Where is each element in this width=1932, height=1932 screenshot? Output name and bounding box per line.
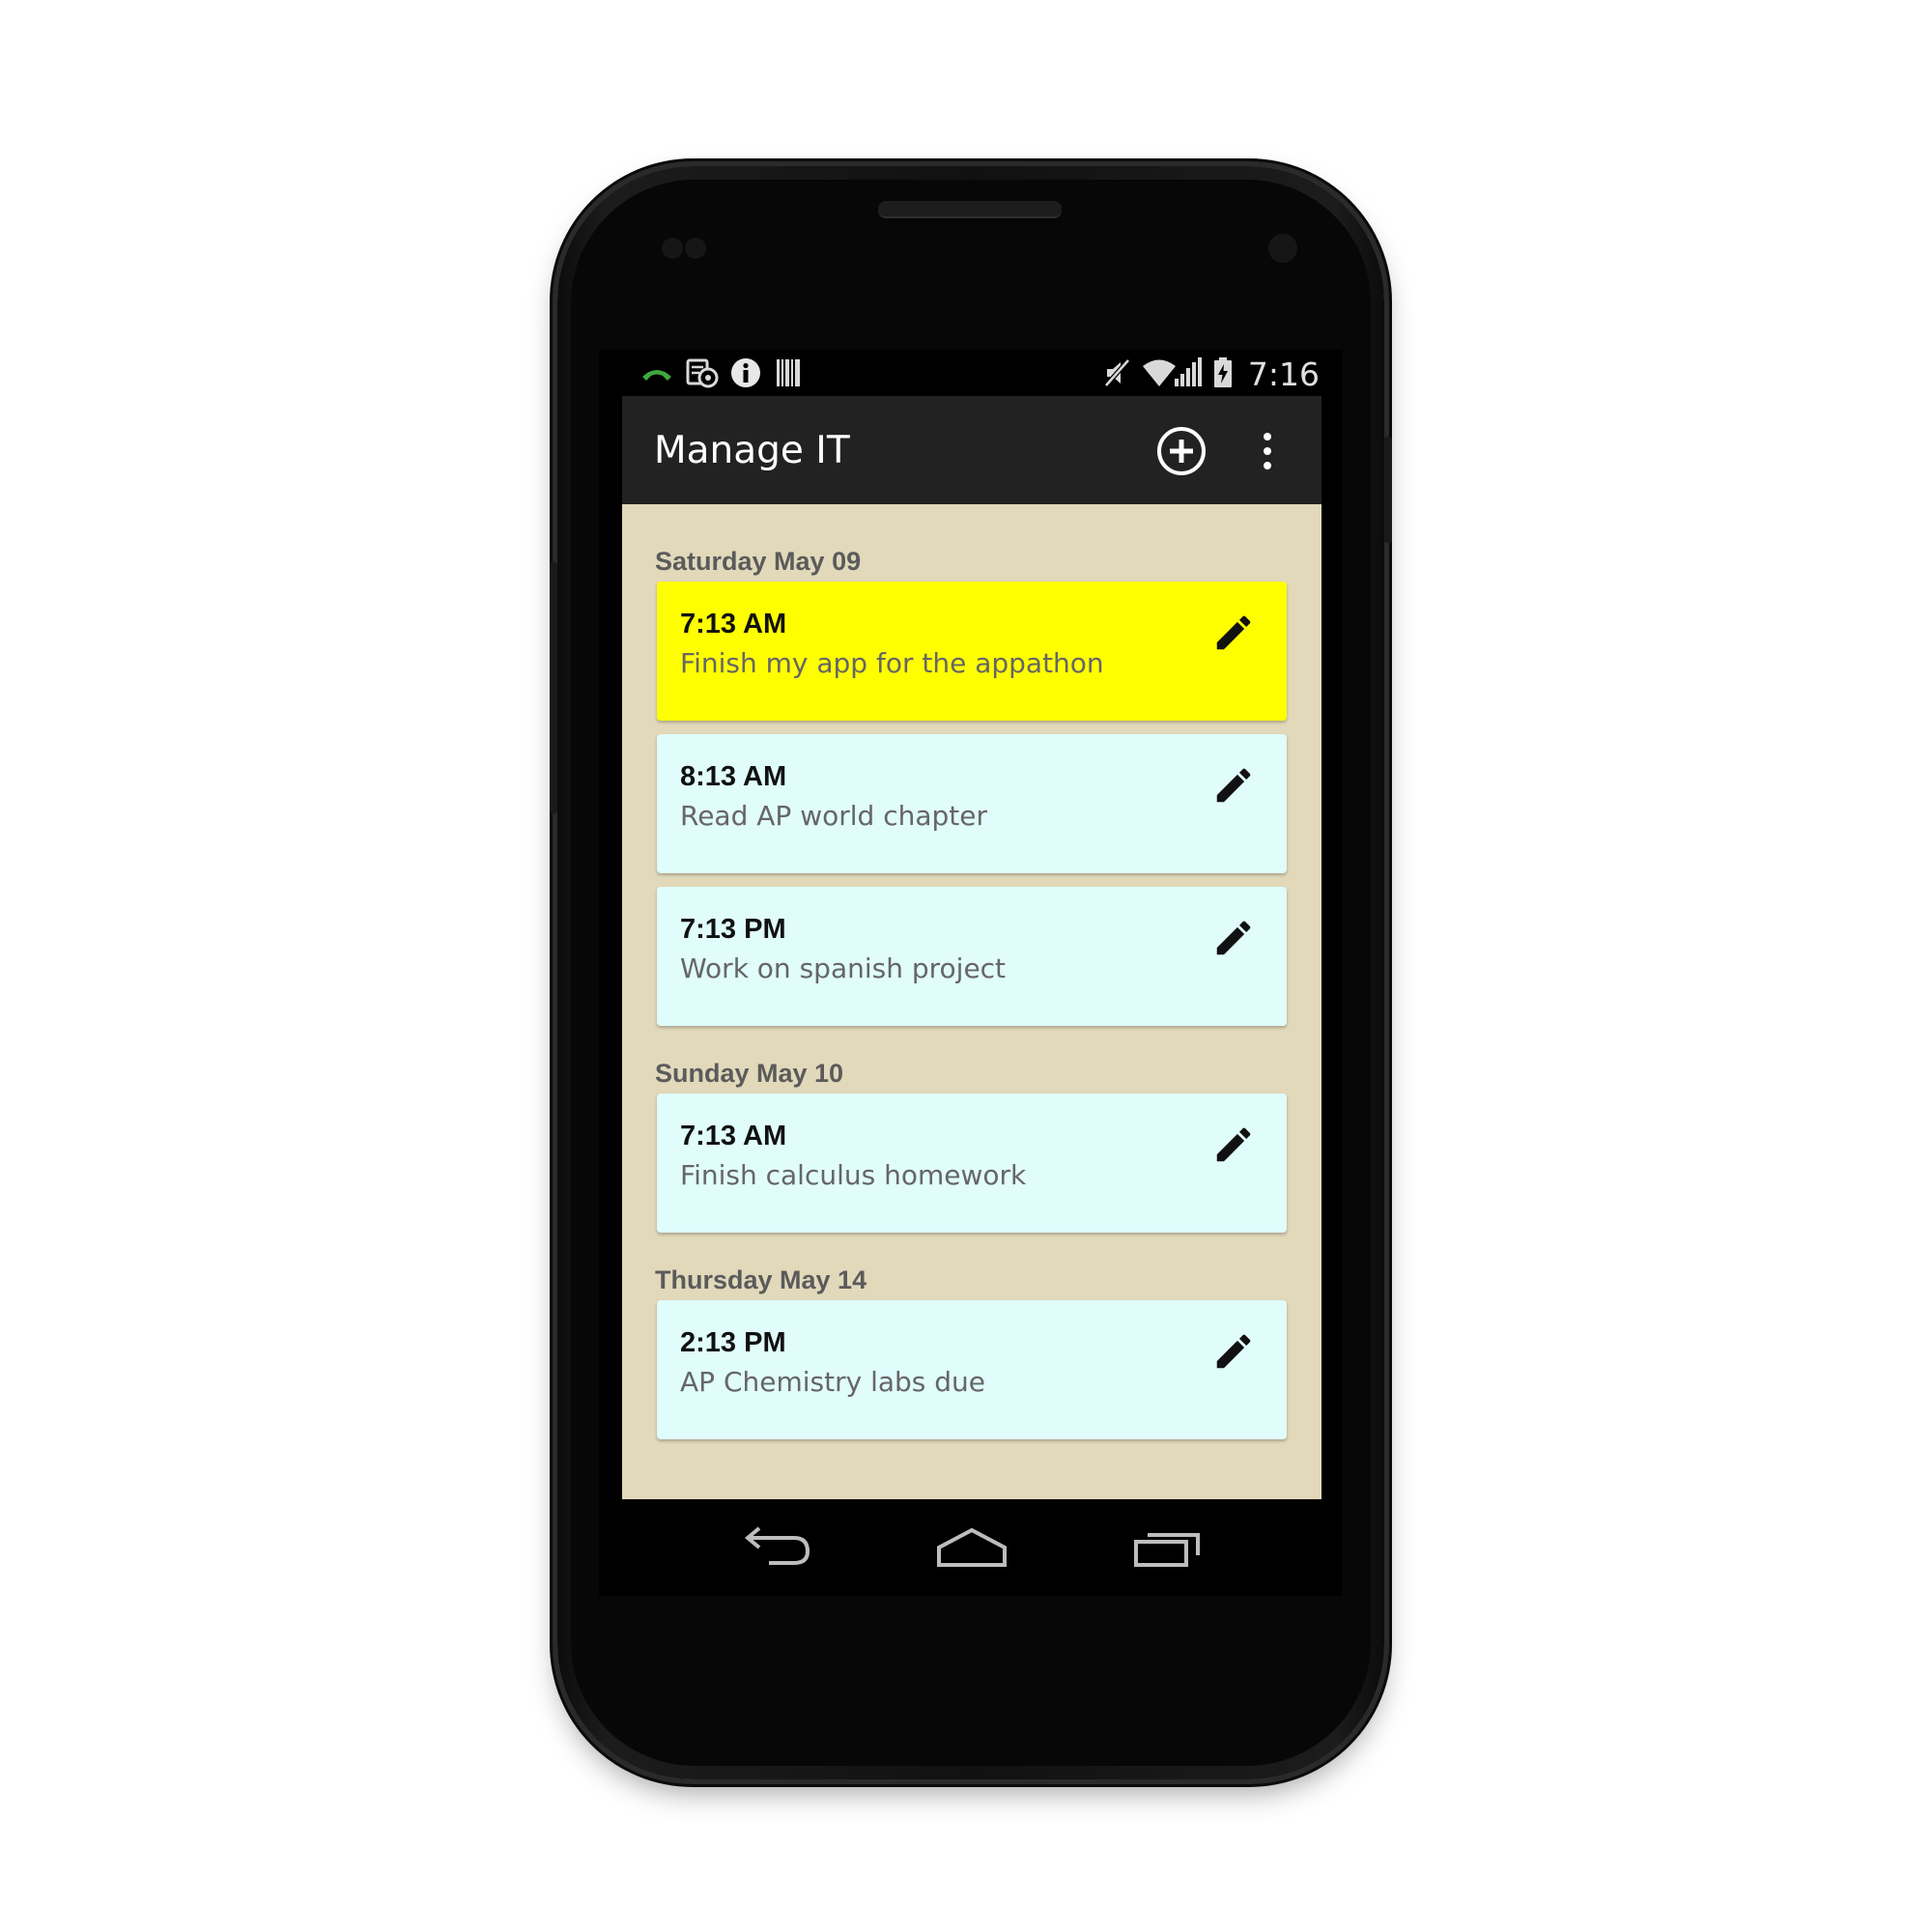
front-camera [1268,234,1297,263]
task-description: AP Chemistry labs due [680,1366,986,1398]
edit-pencil-icon[interactable] [1211,1122,1256,1167]
app-title: Manage IT [654,429,850,472]
signal-icon [1175,357,1202,386]
earpiece-speaker [878,201,1062,218]
app-bar: Manage IT [622,396,1321,504]
power-button [1384,437,1392,543]
task-time: 7:13 AM [680,609,787,639]
call-icon [642,370,671,381]
info-icon [731,358,760,387]
task-description: Read AP world chapter [680,800,987,832]
device-screen: 7:16 Manage IT Saturday May 09 7:13 AM F… [599,350,1343,1596]
date-header: Sunday May 10 [655,1059,844,1088]
task-list: Saturday May 09 7:13 AM Finish my app fo… [622,504,1321,1499]
battery-charging-icon [1214,357,1232,387]
overflow-menu-icon[interactable] [1248,425,1287,477]
mute-icon [1104,358,1130,387]
task-description: Finish calculus homework [680,1159,1027,1191]
status-time: 7:16 [1247,355,1320,393]
task-card[interactable]: 7:13 AM Finish my app for the appathon [657,582,1287,721]
barcode-icon [777,359,800,386]
date-header: Thursday May 14 [655,1265,867,1294]
task-card[interactable]: 2:13 PM AP Chemistry labs due [657,1300,1287,1439]
task-description: Work on spanish project [680,952,1007,984]
add-circle-icon[interactable] [1155,425,1208,477]
task-time: 2:13 PM [680,1327,786,1358]
task-card[interactable]: 8:13 AM Read AP world chapter [657,734,1287,873]
volume-button [550,562,557,813]
status-bar: 7:16 [599,350,1343,396]
edit-pencil-icon[interactable] [1211,1329,1256,1374]
edit-pencil-icon[interactable] [1211,916,1256,960]
task-card[interactable]: 7:13 PM Work on spanish project [657,887,1287,1026]
sensor-dot [662,238,683,259]
task-card[interactable]: 7:13 AM Finish calculus homework [657,1094,1287,1233]
edit-pencil-icon[interactable] [1211,763,1256,808]
task-time: 7:13 AM [680,1121,787,1151]
screenshot-icon [686,358,719,388]
task-time: 8:13 AM [680,761,787,792]
navigation-bar [599,1499,1343,1596]
wifi-icon [1143,359,1176,386]
date-header: Saturday May 09 [655,547,862,576]
back-icon[interactable] [744,1526,813,1569]
sensor-dot [685,238,706,259]
task-description: Finish my app for the appathon [680,647,1104,679]
recents-icon[interactable] [1134,1526,1204,1569]
task-time: 7:13 PM [680,914,786,945]
edit-pencil-icon[interactable] [1211,611,1256,655]
home-icon[interactable] [935,1526,1009,1569]
